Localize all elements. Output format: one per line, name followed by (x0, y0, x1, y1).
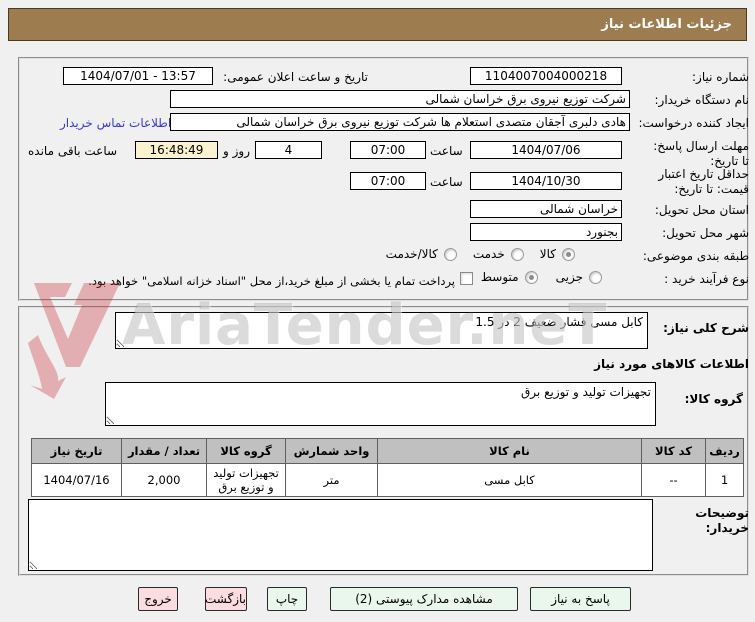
col-quantity: تعداد / مقدار (121, 438, 207, 464)
deadline-label: مهلت ارسال پاسخ: تا تاریخ: (653, 139, 749, 168)
radio-medium-icon[interactable] (524, 270, 538, 284)
col-row-number: ردیف (705, 438, 744, 464)
remaining-time-field: 16:48:49 (135, 141, 218, 159)
cell-group: تجهیزات تولید و توزیع برق (206, 463, 286, 497)
process-radio-group: جزیی متوسط (481, 270, 602, 284)
page-title: جزئیات اطلاعات نیاز (8, 8, 747, 41)
cell-item-code: -- (641, 463, 706, 497)
view-attachments-button[interactable]: مشاهده مدارک پیوستی (2) (330, 587, 518, 611)
col-item-name: نام کالا (377, 438, 642, 464)
treasury-note: پرداخت تمام یا بخشی از مبلغ خرید،از محل … (88, 274, 455, 288)
radio-goods-icon[interactable] (562, 247, 575, 261)
buyer-notes-label: توضیحات خریدار: (695, 506, 749, 535)
radio-goods-service-icon[interactable] (443, 247, 457, 261)
radio-service-icon[interactable] (510, 247, 524, 261)
classification-label: طبقه بندی موضوعی: (642, 249, 749, 263)
creator-label: ایجاد کننده درخواست: (638, 116, 749, 130)
cell-item-name: کابل مسی (377, 463, 642, 497)
validity-date-field[interactable]: 1404/10/30 (470, 172, 622, 190)
classification-option-goods-service[interactable]: کالا/خدمت (386, 247, 457, 261)
classification-option-service[interactable]: خدمت (473, 247, 524, 261)
deadline-date-field[interactable]: 1404/07/06 (470, 141, 622, 159)
classification-option-label: کالا/خدمت (385, 247, 438, 261)
buyer-org-label: نام دستگاه خریدار: (654, 93, 750, 107)
goods-group-textarea[interactable]: تجهیزات تولید و توزیع برق (105, 382, 656, 426)
col-group: گروه کالا (206, 438, 286, 464)
need-desc-label: شرح کلی نیاز: (663, 321, 749, 335)
cell-need-date: 1404/07/16 (31, 463, 122, 497)
back-button[interactable]: بازگشت (205, 587, 247, 611)
province-field[interactable]: خراسان شمالی (470, 200, 622, 218)
process-type-label: نوع فرآیند خرید : (664, 272, 749, 286)
remaining-hours-label: ساعت باقی مانده (28, 144, 118, 158)
col-need-date: تاریخ نیاز (31, 438, 122, 464)
classification-option-goods[interactable]: کالا (540, 247, 575, 261)
goods-table: ردیف کد کالا نام کالا واحد شمارش گروه کا… (31, 438, 744, 497)
goods-section-heading: اطلاعات کالاهای مورد نیاز (594, 357, 749, 371)
remaining-days-field: 4 (255, 141, 322, 159)
buyer-contact-link[interactable]: اطلاعات تماس خریدار (60, 116, 171, 130)
respond-button[interactable]: پاسخ به نیاز (530, 587, 631, 611)
creator-field[interactable]: هادی دلبری آجقان متصدی استعلام ها شرکت ت… (170, 113, 630, 131)
print-button[interactable]: چاپ (267, 587, 307, 611)
days-and-label: روز و (223, 144, 250, 158)
buyer-org-field[interactable]: شرکت توزیع نیروی برق خراسان شمالی (170, 90, 630, 108)
tender-detail-page: { "title": "جزئیات اطلاعات نیاز", "water… (0, 0, 755, 622)
need-number-field[interactable]: 1104007004000218 (470, 67, 622, 85)
need-number-label: شماره نیاز: (692, 70, 749, 84)
city-label: شهر محل تحویل: (662, 226, 749, 240)
cell-unit: متر (285, 463, 378, 497)
goods-group-label: گروه کالا: (684, 392, 743, 406)
cell-row-number: 1 (705, 463, 744, 497)
treasury-checkbox[interactable] (460, 272, 473, 285)
exit-button[interactable]: خروج (138, 587, 178, 611)
process-option-label: متوسط (480, 270, 519, 284)
table-row: 1 -- کابل مسی متر تجهیزات تولید و توزیع … (31, 463, 744, 497)
process-option-label: جزیی (555, 270, 583, 284)
validity-time-field[interactable]: 07:00 (350, 172, 426, 190)
need-desc-textarea[interactable]: کابل مسی فشار ضعیف 2 در 1.5 (115, 312, 648, 349)
process-option-partial[interactable]: جزیی (556, 270, 602, 284)
announce-datetime-field[interactable]: 1404/07/01 - 13:57 (63, 67, 213, 85)
classification-radio-group: کالا خدمت کالا/خدمت (386, 247, 575, 261)
announce-label: تاریخ و ساعت اعلان عمومی: (223, 70, 368, 84)
deadline-time-field[interactable]: 07:00 (350, 141, 426, 159)
goods-table-header-row: ردیف کد کالا نام کالا واحد شمارش گروه کا… (31, 438, 744, 464)
radio-partial-icon[interactable] (589, 270, 602, 284)
process-option-medium[interactable]: متوسط (481, 270, 538, 284)
cell-quantity: 2,000 (121, 463, 207, 497)
validity-hour-label: ساعت (430, 175, 463, 189)
col-item-code: کد کالا (641, 438, 706, 464)
city-field[interactable]: بجنورد (470, 223, 622, 241)
validity-label: حداقل تاریخ اعتبار قیمت: تا تاریخ: (658, 167, 749, 196)
classification-option-label: کالا (539, 247, 556, 261)
buyer-notes-textarea[interactable] (28, 499, 653, 571)
province-label: استان محل تحویل: (654, 203, 749, 217)
classification-option-label: خدمت (472, 247, 505, 261)
col-unit: واحد شمارش (285, 438, 378, 464)
deadline-hour-label: ساعت (430, 144, 463, 158)
